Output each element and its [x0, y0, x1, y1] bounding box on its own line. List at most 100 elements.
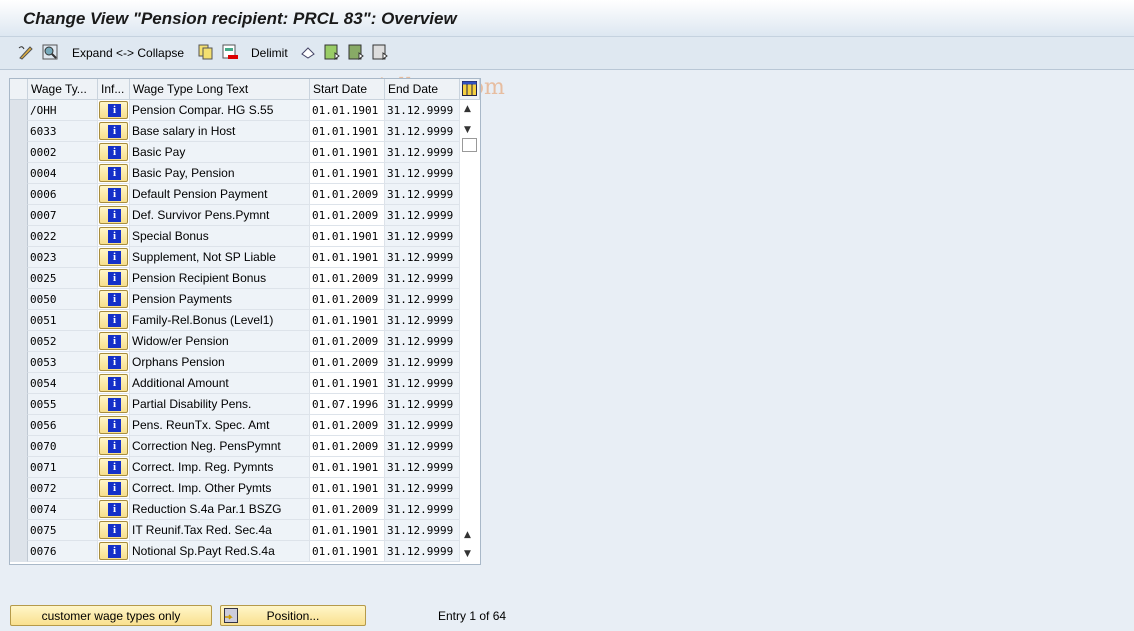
info-button[interactable]: i	[99, 164, 128, 182]
info-button[interactable]: i	[99, 416, 128, 434]
customer-wage-types-button[interactable]: customer wage types only	[10, 605, 212, 626]
wage-type-cell[interactable]: /OHH	[28, 100, 98, 121]
row-selector[interactable]	[10, 205, 28, 226]
start-date-cell[interactable]: 01.01.1901	[310, 541, 385, 562]
info-button[interactable]: i	[99, 374, 128, 392]
row-selector[interactable]	[10, 331, 28, 352]
info-button[interactable]: i	[99, 206, 128, 224]
select-all-icon[interactable]	[324, 44, 340, 60]
deselect-all-icon[interactable]	[372, 44, 388, 60]
wage-type-cell[interactable]: 0050	[28, 289, 98, 310]
info-button[interactable]: i	[99, 227, 128, 245]
row-selector[interactable]	[10, 436, 28, 457]
scroll-thumb[interactable]	[462, 138, 477, 152]
info-button[interactable]: i	[99, 437, 128, 455]
wage-type-cell[interactable]: 0076	[28, 541, 98, 562]
delete-icon[interactable]	[222, 44, 238, 60]
info-button[interactable]: i	[99, 458, 128, 476]
wage-type-cell[interactable]: 0075	[28, 520, 98, 541]
row-selector[interactable]	[10, 268, 28, 289]
wage-type-cell[interactable]: 0025	[28, 268, 98, 289]
row-selector[interactable]	[10, 394, 28, 415]
start-date-cell[interactable]: 01.01.1901	[310, 310, 385, 331]
wage-type-cell[interactable]: 0055	[28, 394, 98, 415]
start-date-cell[interactable]: 01.01.1901	[310, 142, 385, 163]
header-wage-type[interactable]: Wage Ty...	[28, 79, 98, 100]
scroll-up-icon[interactable]: ▲	[464, 104, 471, 114]
wage-type-cell[interactable]: 0054	[28, 373, 98, 394]
select-all-header[interactable]	[10, 79, 28, 100]
position-button[interactable]: Position...	[220, 605, 366, 626]
info-button[interactable]: i	[99, 101, 128, 119]
wage-type-cell[interactable]: 0051	[28, 310, 98, 331]
start-date-cell[interactable]: 01.01.1901	[310, 478, 385, 499]
wage-type-cell[interactable]: 0070	[28, 436, 98, 457]
info-button[interactable]: i	[99, 479, 128, 497]
wage-type-cell[interactable]: 0074	[28, 499, 98, 520]
row-selector[interactable]	[10, 184, 28, 205]
info-button[interactable]: i	[99, 248, 128, 266]
info-button[interactable]: i	[99, 122, 128, 140]
wage-type-cell[interactable]: 0004	[28, 163, 98, 184]
wage-type-cell[interactable]: 0023	[28, 247, 98, 268]
info-button[interactable]: i	[99, 395, 128, 413]
row-selector[interactable]	[10, 415, 28, 436]
row-selector[interactable]	[10, 310, 28, 331]
info-button[interactable]: i	[99, 143, 128, 161]
details-icon[interactable]	[42, 44, 58, 60]
delimit-button[interactable]: Delimit	[251, 44, 288, 62]
row-selector[interactable]	[10, 457, 28, 478]
select-block-icon[interactable]	[348, 44, 364, 60]
info-button[interactable]: i	[99, 290, 128, 308]
expand-collapse-button[interactable]: Expand <-> Collapse	[72, 44, 184, 62]
start-date-cell[interactable]: 01.01.1901	[310, 457, 385, 478]
start-date-cell[interactable]: 01.01.2009	[310, 331, 385, 352]
wage-type-cell[interactable]: 6033	[28, 121, 98, 142]
info-button[interactable]: i	[99, 542, 128, 560]
start-date-cell[interactable]: 01.01.1901	[310, 121, 385, 142]
header-info[interactable]: Inf...	[98, 79, 130, 100]
info-button[interactable]: i	[99, 353, 128, 371]
wage-type-cell[interactable]: 0022	[28, 226, 98, 247]
row-selector[interactable]	[10, 121, 28, 142]
start-date-cell[interactable]: 01.01.1901	[310, 100, 385, 121]
row-selector[interactable]	[10, 352, 28, 373]
wage-type-cell[interactable]: 0072	[28, 478, 98, 499]
info-button[interactable]: i	[99, 311, 128, 329]
start-date-cell[interactable]: 01.01.1901	[310, 247, 385, 268]
wage-type-cell[interactable]: 0002	[28, 142, 98, 163]
display-change-icon[interactable]	[18, 44, 34, 60]
row-selector[interactable]	[10, 478, 28, 499]
row-selector[interactable]	[10, 100, 28, 121]
header-end-date[interactable]: End Date	[385, 79, 460, 100]
wage-type-cell[interactable]: 0052	[28, 331, 98, 352]
row-selector[interactable]	[10, 520, 28, 541]
start-date-cell[interactable]: 01.01.2009	[310, 436, 385, 457]
row-selector[interactable]	[10, 289, 28, 310]
info-button[interactable]: i	[99, 185, 128, 203]
row-selector[interactable]	[10, 226, 28, 247]
undo-icon[interactable]	[300, 44, 316, 60]
info-button[interactable]: i	[99, 500, 128, 518]
start-date-cell[interactable]: 01.01.2009	[310, 184, 385, 205]
info-button[interactable]: i	[99, 521, 128, 539]
vertical-scrollbar[interactable]: ▲ ▼ ▲ ▼	[460, 100, 479, 562]
start-date-cell[interactable]: 01.07.1996	[310, 394, 385, 415]
row-selector[interactable]	[10, 247, 28, 268]
start-date-cell[interactable]: 01.01.2009	[310, 352, 385, 373]
header-start-date[interactable]: Start Date	[310, 79, 385, 100]
column-settings-button[interactable]	[460, 79, 480, 100]
wage-type-cell[interactable]: 0006	[28, 184, 98, 205]
row-selector[interactable]	[10, 373, 28, 394]
row-selector[interactable]	[10, 541, 28, 562]
wage-type-cell[interactable]: 0053	[28, 352, 98, 373]
start-date-cell[interactable]: 01.01.1901	[310, 226, 385, 247]
wage-type-cell[interactable]: 0071	[28, 457, 98, 478]
row-selector[interactable]	[10, 142, 28, 163]
scroll-up-bottom-icon[interactable]: ▲	[464, 530, 471, 540]
start-date-cell[interactable]: 01.01.2009	[310, 415, 385, 436]
info-button[interactable]: i	[99, 269, 128, 287]
start-date-cell[interactable]: 01.01.1901	[310, 163, 385, 184]
row-selector[interactable]	[10, 163, 28, 184]
start-date-cell[interactable]: 01.01.1901	[310, 520, 385, 541]
